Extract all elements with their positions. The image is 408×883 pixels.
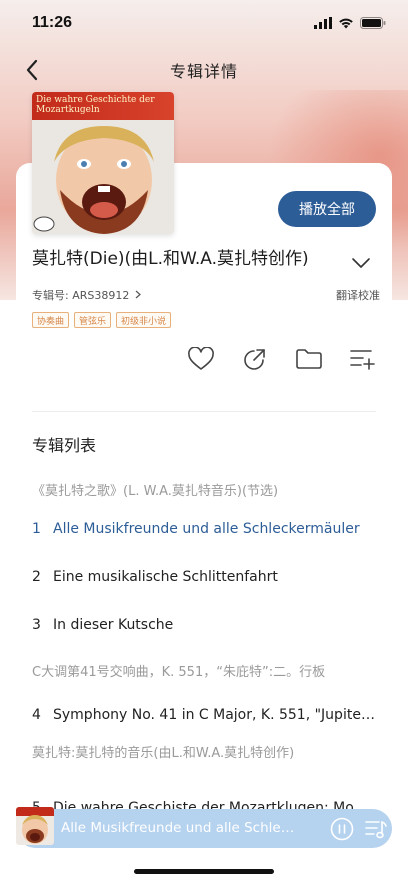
track-list: 《莫扎特之歌》(L. W.A.莫扎特音乐)(节选) 1 Alle Musikfr… (32, 474, 376, 763)
album-number-label: 专辑号: (32, 289, 69, 302)
track-row[interactable]: 3 In dieser Kutsche (32, 601, 376, 649)
share-button[interactable] (240, 344, 270, 374)
chevron-left-icon (26, 59, 38, 81)
status-time: 11:26 (32, 14, 73, 31)
folder-icon (296, 349, 322, 369)
chevron-right-icon (135, 290, 141, 299)
chevron-down-icon (352, 258, 370, 268)
home-indicator (134, 869, 274, 874)
album-number[interactable]: 专辑号: ARS38912 (32, 287, 141, 303)
work-group-header: 莫扎特:莫扎特的音乐(由L.和W.A.莫扎特创作) (32, 745, 295, 761)
pause-button[interactable] (329, 816, 355, 842)
mini-cover-art (16, 807, 54, 844)
track-number: 2 (32, 569, 41, 585)
expand-button[interactable] (349, 252, 373, 274)
add-to-folder-button[interactable] (294, 344, 324, 374)
track-name: Eine musikalische Schlittenfahrt (53, 569, 278, 585)
action-bar (186, 344, 378, 374)
section-title: 专辑列表 (32, 436, 97, 455)
favorite-button[interactable] (186, 344, 216, 374)
mini-player[interactable]: Alle Musikfreunde und alle Schleckermäul… (16, 807, 392, 848)
navigation-bar: 专辑详情 (0, 48, 408, 92)
work-group-header: 《莫扎特之歌》(L. W.A.莫扎特音乐)(节选) (32, 484, 279, 499)
back-button[interactable] (18, 56, 46, 84)
page-title: 专辑详情 (169, 62, 238, 81)
mini-player-cover[interactable] (16, 807, 54, 845)
work-group-header: C大调第41号交响曲，K. 551，“朱庇特”:二。行板 (32, 664, 326, 680)
tag[interactable]: 协奏曲 (32, 312, 70, 328)
track-row[interactable]: 2 Eine musikalische Schlittenfahrt (32, 553, 376, 601)
tag[interactable]: 管弦乐 (74, 312, 112, 328)
track-number: 3 (32, 617, 41, 633)
cover-art-image (32, 120, 174, 234)
add-to-playlist-button[interactable] (348, 344, 378, 374)
track-row[interactable]: 4 Symphony No. 41 in C Major, K. 551, "J… (32, 691, 376, 739)
playlist-icon (365, 821, 387, 839)
battery-icon (360, 17, 386, 29)
wifi-icon (339, 18, 353, 29)
tag-list: 协奏曲 管弦乐 初级非小说 (32, 312, 172, 328)
cover-title: Die wahre Geschichte der Mozartkugeln (32, 92, 174, 122)
play-queue-button[interactable] (364, 818, 388, 840)
track-name: Symphony No. 41 in C Major, K. 551, "Jup… (53, 707, 375, 723)
track-name: Alle Musikfreunde und alle Schleckermäul… (53, 521, 360, 537)
track-number: 4 (32, 707, 41, 723)
track-row[interactable]: 1 Alle Musikfreunde und alle Schleckermä… (32, 505, 376, 553)
heart-icon (188, 347, 214, 370)
playlist-add-icon (350, 350, 375, 370)
divider (32, 411, 376, 412)
pause-icon (330, 817, 354, 841)
share-icon (244, 349, 265, 370)
album-title: 莫扎特(Die)(由L.和W.A.莫扎特创作) (32, 249, 309, 269)
track-name: In dieser Kutsche (53, 617, 174, 633)
tag[interactable]: 初级非小说 (116, 312, 172, 328)
signal-icon (314, 17, 332, 29)
mini-player-title[interactable]: Alle Musikfreunde und alle Schleckermäul… (61, 820, 301, 836)
status-icons (314, 17, 386, 29)
album-number-value: ARS38912 (72, 289, 130, 302)
translate-calibration-link[interactable]: 翻译校准 (336, 287, 380, 303)
play-all-button[interactable]: 播放全部 (278, 191, 376, 227)
album-cover: Die wahre Geschichte der Mozartkugeln (32, 92, 174, 234)
track-number: 1 (32, 521, 41, 537)
status-bar: 11:26 (0, 0, 408, 46)
